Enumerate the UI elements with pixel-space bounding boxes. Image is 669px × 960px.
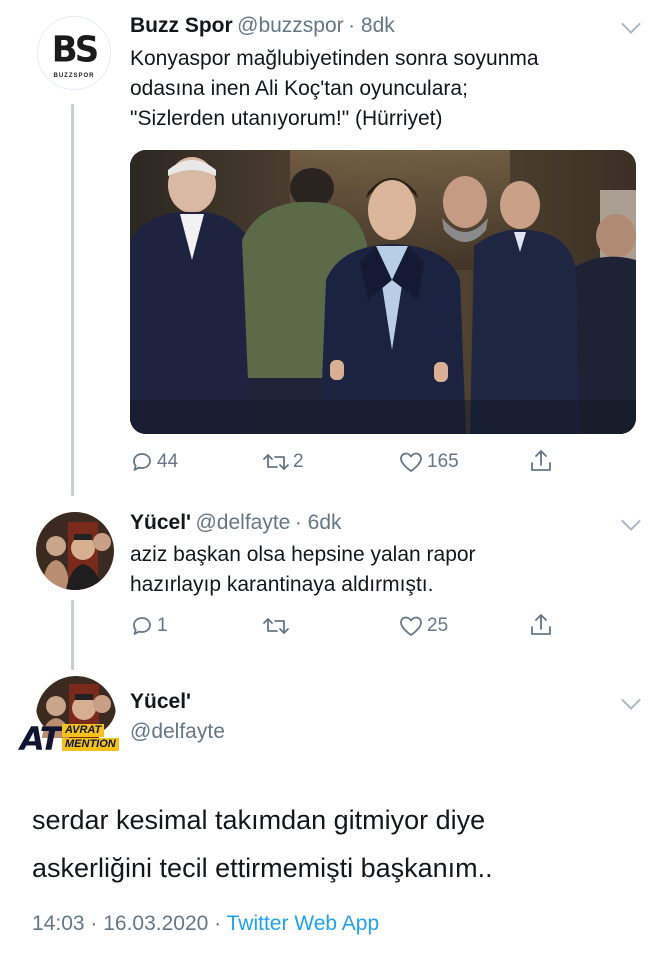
avrat-mention-badge: AT AVRAT MENTION: [20, 720, 130, 758]
tweet1-line: odasına inen Ali Koç'tan oyunculara;: [130, 77, 468, 100]
retweet-count: 2: [293, 451, 304, 472]
reply-icon: [133, 617, 151, 635]
author-handle[interactable]: @buzzspor: [237, 14, 344, 37]
delfayte-avatar[interactable]: AT AVRAT MENTION: [20, 676, 119, 758]
share-icon: [531, 450, 551, 471]
author-handle[interactable]: @delfayte: [130, 720, 225, 744]
tweet2-text: aziz başkan olsa hepsine yalan rapor haz…: [130, 540, 630, 600]
retweet-icon: [263, 618, 289, 634]
author-name[interactable]: Buzz Spor: [130, 14, 233, 37]
author-handle[interactable]: @delfayte: [195, 511, 290, 534]
like-icon: [400, 452, 422, 472]
avatar-image: [36, 512, 114, 590]
share-action[interactable]: [528, 448, 554, 474]
retweet-action[interactable]: [262, 614, 293, 638]
tweet-timestamp[interactable]: 14:03 · 16.03.2020 ·: [32, 912, 221, 935]
share-action[interactable]: [528, 612, 554, 638]
thread-line: [71, 104, 74, 496]
tweet3-line: askerliğini tecil ettirmemişti başkanım.…: [32, 853, 493, 883]
tweet1-line: "Sizlerden utanıyorum!" (Hürriyet): [130, 107, 443, 130]
photo-illustration: [130, 150, 636, 434]
buzzspor-logo-text: BS: [51, 29, 99, 71]
reply-icon: [133, 453, 151, 471]
tweet3-meta: 14:03 · 16.03.2020 · Twitter Web App: [32, 912, 379, 936]
tweet3-line: serdar kesimal takımdan gitmiyor diye: [32, 805, 486, 835]
chevron-down-icon[interactable]: [621, 511, 641, 531]
reply-action[interactable]: 44: [130, 450, 178, 474]
tweet-time[interactable]: · 8dk: [348, 14, 395, 37]
like-icon: [400, 616, 422, 636]
tweet-source-link[interactable]: Twitter Web App: [227, 912, 380, 935]
tweet2-line: hazırlayıp karantinaya aldırmıştı.: [130, 573, 434, 596]
retweet-icon: [263, 454, 289, 470]
badge-top-text: AVRAT: [62, 724, 105, 737]
thread-line: [71, 600, 74, 670]
delfayte-avatar[interactable]: [36, 512, 114, 590]
chevron-down-icon[interactable]: [621, 690, 641, 710]
tweet2-header: Yücel' @delfayte · 6dk: [130, 511, 342, 535]
like-action[interactable]: 165: [398, 450, 459, 474]
buzzspor-logo-sub: BUZZSPOR: [53, 73, 95, 79]
badge-bottom-text: MENTION: [62, 738, 119, 751]
tweet1-line: Konyaspor mağlubiyetinden sonra soyunma: [130, 47, 539, 70]
tweet3-text: serdar kesimal takımdan gitmiyor diye as…: [32, 796, 652, 892]
like-action[interactable]: 25: [398, 614, 448, 638]
like-count: 25: [427, 615, 449, 636]
author-name[interactable]: Yücel': [130, 511, 191, 534]
author-name[interactable]: Yücel': [130, 690, 191, 714]
reply-count: 44: [157, 451, 179, 472]
tweet2-line: aziz başkan olsa hepsine yalan rapor: [130, 543, 476, 566]
buzzspor-avatar[interactable]: BS BUZZSPOR: [37, 16, 111, 90]
reply-action[interactable]: 1: [130, 614, 168, 638]
tweet-time[interactable]: · 6dk: [295, 511, 342, 534]
tweet1-text: Konyaspor mağlubiyetinden sonra soyunma …: [130, 44, 630, 134]
tweet1-header: Buzz Spor @buzzspor · 8dk: [130, 14, 395, 38]
tweet-photo[interactable]: [130, 150, 636, 434]
like-count: 165: [427, 451, 459, 472]
retweet-action[interactable]: 2: [262, 450, 304, 474]
share-icon: [531, 614, 551, 635]
chevron-down-icon[interactable]: [621, 14, 641, 34]
reply-count: 1: [157, 615, 168, 636]
badge-big-text: AT: [20, 720, 62, 758]
